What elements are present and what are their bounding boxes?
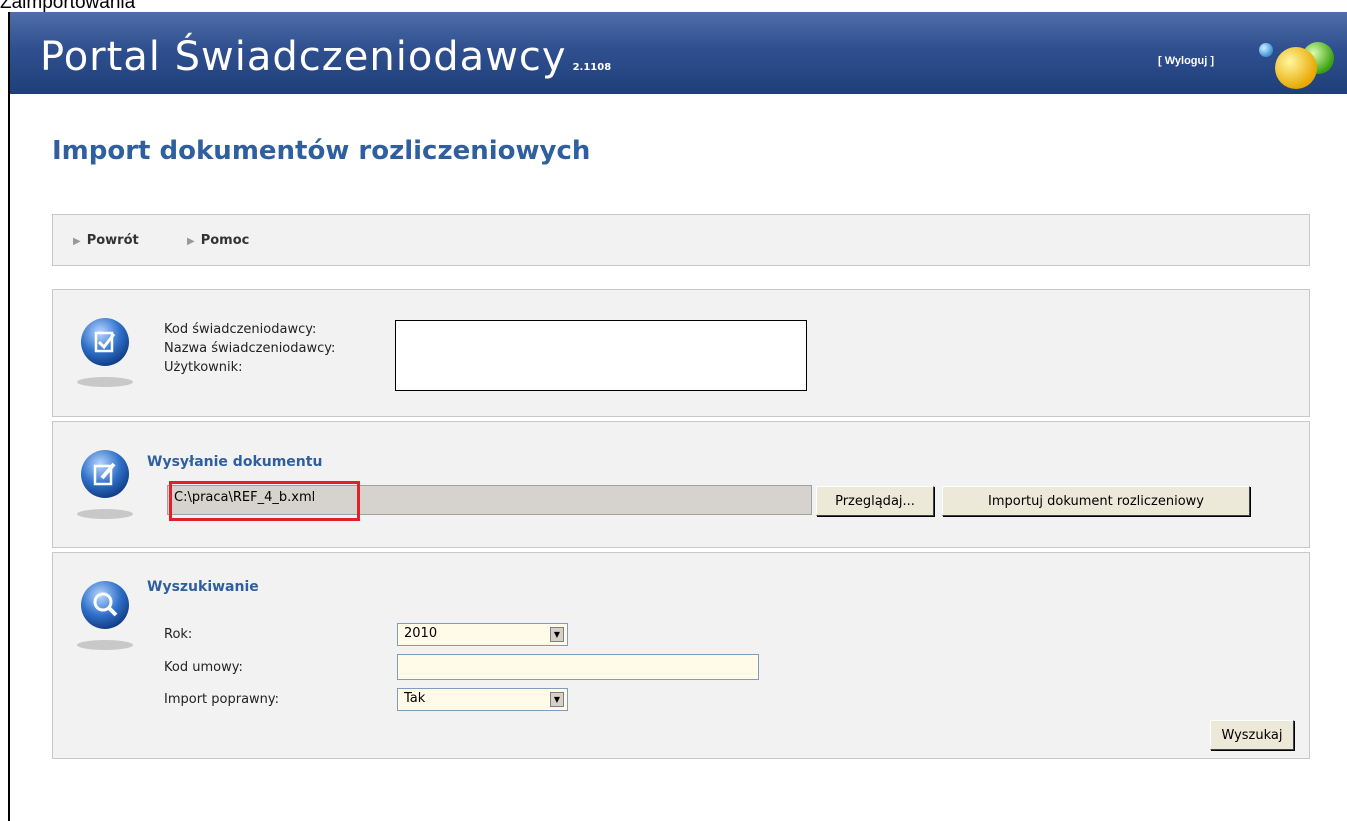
contract-code-input[interactable]: [397, 654, 759, 680]
search-panel: Wyszukiwanie Rok: 2010 ▼ Kod umowy: Impo…: [52, 552, 1310, 759]
year-select[interactable]: 2010 ▼: [397, 623, 568, 646]
chevron-down-icon[interactable]: ▼: [550, 627, 564, 642]
import-ok-select[interactable]: Tak ▼: [397, 688, 568, 711]
provider-code-label: Kod świadczeniodawcy:: [164, 322, 317, 337]
back-link-label: Powrót: [86, 233, 139, 248]
file-path-input[interactable]: C:\praca\REF_4_b.xml: [167, 485, 812, 515]
logo-balls-icon: [1259, 42, 1334, 89]
search-button[interactable]: Wyszukaj: [1210, 720, 1294, 750]
browse-button[interactable]: Przeglądaj...: [816, 486, 934, 516]
help-link-label: Pomoc: [200, 233, 250, 248]
document-check-icon: [77, 318, 133, 387]
page-title: Import dokumentów rozliczeniowych: [52, 136, 591, 166]
help-link[interactable]: ▶ Pomoc: [187, 233, 249, 248]
year-select-value: 2010: [404, 626, 438, 641]
provider-info-box: [395, 320, 807, 391]
magnifier-icon: [77, 581, 133, 650]
app-header: Portal Świadczeniodawcy 2.1108 [ Wyloguj …: [10, 12, 1347, 94]
provider-name-label: Nazwa świadczeniodawcy:: [164, 341, 336, 356]
provider-info-panel: Kod świadczeniodawcy: Nazwa świadczeniod…: [52, 289, 1310, 417]
year-label: Rok:: [164, 627, 193, 642]
upload-section-title: Wysyłanie dokumentu: [147, 454, 323, 470]
document-edit-icon: [77, 450, 133, 519]
search-section-title: Wyszukiwanie: [147, 579, 259, 595]
back-link[interactable]: ▶ Powrót: [73, 233, 139, 248]
toolbar: ▶ Powrót ▶ Pomoc: [52, 214, 1310, 266]
chevron-down-icon[interactable]: ▼: [550, 692, 564, 707]
contract-code-label: Kod umowy:: [164, 660, 243, 675]
import-ok-label: Import poprawny:: [164, 692, 280, 707]
upload-panel: Wysyłanie dokumentu C:\praca\REF_4_b.xml…: [52, 421, 1310, 548]
arrow-right-icon: ▶: [73, 236, 81, 247]
arrow-right-icon: ▶: [187, 236, 195, 247]
user-label: Użytkownik:: [164, 360, 243, 375]
import-button[interactable]: Importuj dokument rozliczeniowy: [942, 486, 1250, 516]
app-title-text: Portal Świadczeniodawcy: [40, 34, 567, 80]
import-ok-select-value: Tak: [404, 691, 426, 706]
app-version: 2.1108: [572, 62, 612, 73]
app-title: Portal Świadczeniodawcy 2.1108: [40, 34, 611, 80]
logout-link[interactable]: [ Wyloguj ]: [1158, 55, 1214, 67]
